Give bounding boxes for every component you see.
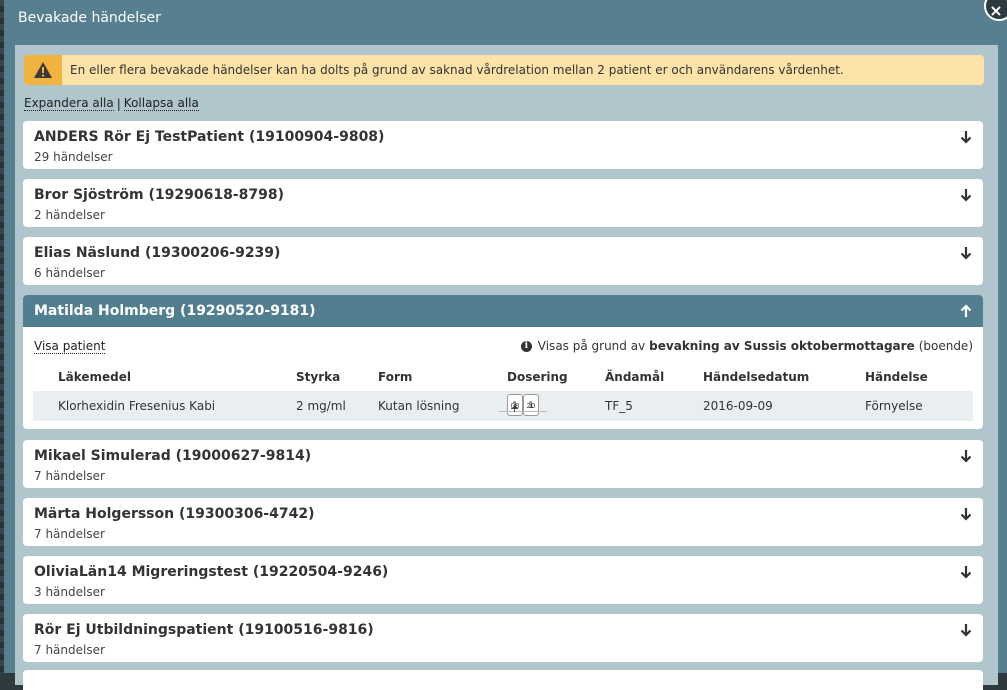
watch-reason: i Visas på grund av bevakning av Sussis … <box>520 339 973 353</box>
dose-box-evening: 20 1 <box>515 394 547 416</box>
column-header-dosage: Dosering <box>507 370 568 384</box>
arrow-down-icon[interactable] <box>959 449 973 463</box>
patient-name: Märta Holgersson (19300306-4742) <box>34 506 315 522</box>
patient-name: OliviaLän14 Migreringstest (19220504-924… <box>34 564 389 580</box>
show-patient-link[interactable]: Visa patient <box>34 339 106 354</box>
patient-card[interactable]: Elias Näslund (19300206-9239) 6 händelse… <box>23 237 983 285</box>
column-header-event: Händelse <box>865 370 928 384</box>
medication-table: Läkemedel Styrka Form Dosering Ändamål H… <box>33 365 973 421</box>
expand-all-link[interactable]: Expandera alla <box>24 96 114 111</box>
column-header-purpose: Ändamål <box>605 370 665 384</box>
event-count: 3 händelser <box>34 585 105 599</box>
event-count: 7 händelser <box>34 527 105 541</box>
close-button[interactable]: × <box>984 0 1007 21</box>
patient-card[interactable]: Rör Ej Utbildningspatient (19100516-9816… <box>23 614 983 662</box>
event-count: 7 händelser <box>34 643 105 657</box>
arrow-down-icon[interactable] <box>959 246 973 260</box>
patient-card[interactable]: OliviaLän14 Migreringstest (19220504-924… <box>23 556 983 604</box>
patient-name: Mikael Simulerad (19000627-9814) <box>34 448 312 464</box>
patient-card[interactable]: ANDERS Rör Ej TestPatient (19100904-9808… <box>23 121 983 169</box>
reason-prefix: Visas på grund av <box>537 339 646 353</box>
cell-drug: Klorhexidin Fresenius Kabi <box>58 399 216 413</box>
arrow-up-icon[interactable] <box>959 304 973 318</box>
warning-text: En eller flera bevakade händelser kan ha… <box>70 63 844 77</box>
close-icon: × <box>989 0 1003 20</box>
expand-collapse-links: Expandera alla | Kollapsa alla <box>24 96 199 111</box>
info-icon: i <box>520 340 532 352</box>
reason-watch: bevakning av Sussis oktobermottagare <box>649 339 915 353</box>
cell-form: Kutan lösning <box>378 399 460 413</box>
patient-card[interactable]: Bror Sjöström (19290618-8798) 2 händelse… <box>23 179 983 227</box>
cell-strength: 2 mg/ml <box>296 399 346 413</box>
cell-purpose: TF_5 <box>605 399 633 413</box>
arrow-down-icon[interactable] <box>959 188 973 202</box>
patient-card[interactable]: Mikael Simulerad (19000627-9814) 7 hände… <box>23 440 983 488</box>
event-count: 7 händelser <box>34 469 105 483</box>
event-count: 29 händelser <box>34 150 113 164</box>
dose-quantity: 1 <box>528 401 534 411</box>
column-header-event-date: Händelsedatum <box>703 370 810 384</box>
cell-dosage: 08 1 + 20 1 <box>499 394 547 416</box>
patient-card[interactable]: Märta Holgersson (19300306-4742) 7 hände… <box>23 498 983 546</box>
table-header: Läkemedel Styrka Form Dosering Ändamål H… <box>33 365 973 389</box>
patient-name: ANDERS Rör Ej TestPatient (19100904-9808… <box>34 129 385 145</box>
column-header-drug: Läkemedel <box>58 370 132 384</box>
patient-name: Rör Ej Utbildningspatient (19100516-9816… <box>34 622 374 638</box>
watched-events-modal: Bevakade händelser × En eller flera beva… <box>4 0 1007 690</box>
reason-suffix: (boende) <box>918 339 973 353</box>
patient-name: Bror Sjöström (19290618-8798) <box>34 187 284 203</box>
modal-body: En eller flera bevakade händelser kan ha… <box>15 45 998 690</box>
link-separator: | <box>116 96 121 111</box>
warning-banner: En eller flera bevakade händelser kan ha… <box>24 55 984 85</box>
patient-name: Matilda Holmberg (19290520-9181) <box>34 303 316 319</box>
modal-title: Bevakade händelser <box>18 10 161 26</box>
arrow-down-icon[interactable] <box>959 565 973 579</box>
expanded-header[interactable]: Matilda Holmberg (19290520-9181) <box>23 295 983 327</box>
patient-name: Elias Näslund (19300206-9239) <box>34 245 281 261</box>
arrow-down-icon[interactable] <box>959 507 973 521</box>
patient-card-expanded: Matilda Holmberg (19290520-9181) Visa pa… <box>23 295 983 429</box>
event-count: 2 händelser <box>34 208 105 222</box>
warning-icon <box>24 55 62 85</box>
cell-event: Förnyelse <box>865 399 923 413</box>
patient-card-partial[interactable] <box>23 670 983 690</box>
event-count: 6 händelser <box>34 266 105 280</box>
collapse-all-link[interactable]: Kollapsa alla <box>123 96 199 111</box>
cell-event-date: 2016-09-09 <box>703 399 773 413</box>
arrow-down-icon[interactable] <box>959 623 973 637</box>
arrow-down-icon[interactable] <box>959 130 973 144</box>
column-header-form: Form <box>378 370 413 384</box>
column-header-strength: Styrka <box>296 370 341 384</box>
table-row[interactable]: Klorhexidin Fresenius Kabi 2 mg/ml Kutan… <box>33 391 973 421</box>
